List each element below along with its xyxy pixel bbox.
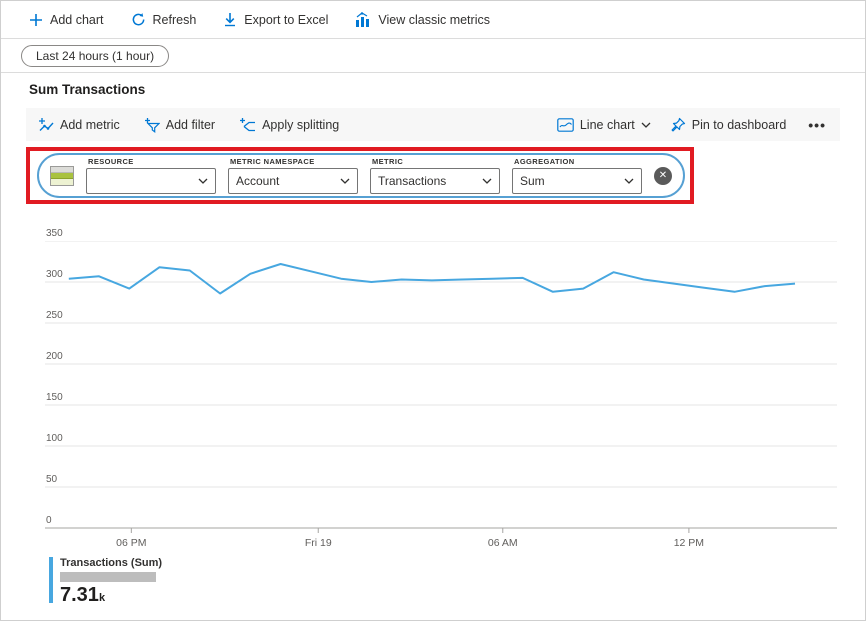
x-axis-tick-label: Fri 19 [288,537,348,549]
y-axis-tick-label: 350 [46,228,63,239]
namespace-label: METRIC NAMESPACE [230,157,358,166]
pin-to-dashboard-label: Pin to dashboard [692,118,787,132]
aggregation-value: Sum [520,174,624,188]
chart-title: Sum Transactions [29,82,145,97]
chevron-down-icon [198,178,208,184]
x-axis-tick-label: 12 PM [659,537,719,549]
aggregation-dropdown[interactable]: Sum [512,168,642,194]
chart-type-dropdown[interactable]: Line chart [557,118,651,132]
y-axis-tick-label: 150 [46,392,63,403]
refresh-button[interactable]: Refresh [131,12,197,27]
download-icon [223,12,237,27]
azure-metrics-page: Add chart Refresh Export to Excel [0,0,866,621]
namespace-dropdown[interactable]: Account [228,168,358,194]
add-metric-icon [38,117,54,133]
metrics-line-chart: 0 50 100 150 200 250 300 350 06 PM Fri 19 06 AM 12 … [1,226,866,556]
resource-group: RESOURCE [86,157,216,194]
chart-toolbar-left: Add metric Add filter Apply splitting [38,117,339,133]
export-excel-label: Export to Excel [244,13,328,27]
y-axis-tick-label: 100 [46,433,63,444]
metric-selector-pill: RESOURCE METRIC NAMESPACE Account [37,153,685,198]
metric-dropdown[interactable]: Transactions [370,168,500,194]
y-axis-tick-label: 200 [46,351,63,362]
view-classic-metrics-label: View classic metrics [378,13,490,27]
export-excel-button[interactable]: Export to Excel [223,12,328,27]
more-options-button[interactable]: ••• [806,117,828,133]
apply-splitting-icon [239,117,256,133]
metric-selector-highlight: RESOURCE METRIC NAMESPACE Account [26,147,694,204]
add-metric-button[interactable]: Add metric [38,117,120,133]
resource-label: RESOURCE [88,157,216,166]
add-filter-icon [144,117,160,133]
chevron-down-icon [482,178,492,184]
aggregation-label: AGGREGATION [514,157,642,166]
chevron-down-icon [641,122,651,128]
add-filter-button[interactable]: Add filter [144,117,215,133]
x-axis-tick-label: 06 AM [473,537,533,549]
time-range-row: Last 24 hours (1 hour) [1,39,865,73]
metric-label: METRIC [372,157,500,166]
plus-icon [29,13,43,27]
legend-total-unit: k [99,592,105,604]
apply-splitting-button[interactable]: Apply splitting [239,117,339,133]
y-axis-tick-label: 50 [46,474,57,485]
chart-toolbar: Add metric Add filter Apply splitting [26,108,840,141]
y-axis-tick-label: 300 [46,269,63,280]
legend-color-bar [49,557,53,603]
legend-total-number: 7.31 [60,584,99,606]
y-axis-tick-label: 250 [46,310,63,321]
apply-splitting-label: Apply splitting [262,118,339,132]
redacted-legend-scope [60,572,156,582]
legend-total-value: 7.31k [60,584,162,606]
time-range-picker[interactable]: Last 24 hours (1 hour) [21,45,169,67]
pin-to-dashboard-button[interactable]: Pin to dashboard [671,117,787,132]
chart-toolbar-right: Line chart Pin to dashboard ••• [557,117,828,133]
chart-type-label: Line chart [580,118,635,132]
legend-body: Transactions (Sum) 7.31k [60,557,162,606]
metric-group: METRIC Transactions [370,157,500,194]
refresh-label: Refresh [153,13,197,27]
view-classic-metrics-button[interactable]: View classic metrics [355,12,490,27]
aggregation-group: AGGREGATION Sum [512,157,642,194]
y-axis-tick-label: 0 [46,515,52,526]
top-toolbar: Add chart Refresh Export to Excel [1,1,865,39]
add-chart-label: Add chart [50,13,104,27]
x-axis-tick-label: 06 PM [101,537,161,549]
chevron-down-icon [624,178,634,184]
bar-chart-icon [355,12,371,27]
namespace-group: METRIC NAMESPACE Account [228,157,358,194]
legend-series-name: Transactions (Sum) [60,557,162,569]
metric-value: Transactions [378,174,482,188]
remove-metric-button[interactable]: ✕ [654,167,672,185]
add-filter-label: Add filter [166,118,215,132]
storage-account-icon [50,166,74,186]
resource-dropdown[interactable] [86,168,216,194]
refresh-icon [131,12,146,27]
line-chart-icon [557,118,574,132]
chevron-down-icon [340,178,350,184]
add-metric-label: Add metric [60,118,120,132]
transactions-line-series [69,264,795,294]
chart-plot-area [45,241,837,537]
chart-legend[interactable]: Transactions (Sum) 7.31k [49,557,162,606]
pin-icon [671,117,686,132]
add-chart-button[interactable]: Add chart [29,13,104,27]
namespace-value: Account [236,174,340,188]
